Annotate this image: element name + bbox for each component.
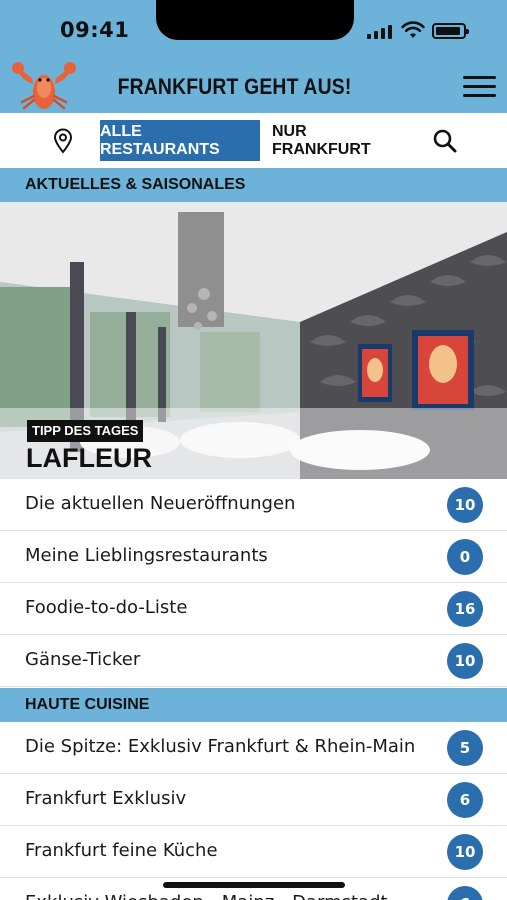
count-badge: 16	[447, 591, 483, 627]
tab-nur-frankfurt[interactable]: NUR FRANKFURT	[272, 120, 402, 161]
status-bar: 09:41	[0, 0, 507, 60]
list-item-gaense-ticker[interactable]: Gänse-Ticker 10	[0, 635, 507, 687]
wifi-icon	[401, 21, 425, 38]
app-header: FRANKFURT GEHT AUS!	[0, 60, 507, 113]
device-notch	[156, 0, 354, 40]
home-indicator[interactable]	[163, 882, 345, 888]
app-title: FRANKFURT GEHT AUS!	[117, 74, 352, 99]
count-badge: 10	[447, 487, 483, 523]
list-item-label: Die aktuellen Neueröffnungen	[25, 493, 296, 514]
location-pin-icon[interactable]	[52, 128, 74, 154]
count-badge: 5	[447, 730, 483, 766]
count-badge: 0	[447, 539, 483, 575]
section-header-aktuelles: AKTUELLES & SAISONALES	[0, 168, 507, 202]
list-item-frankfurt-feine-kueche[interactable]: Frankfurt feine Küche 10	[0, 826, 507, 878]
filter-bar: ALLE RESTAURANTS NUR FRANKFURT	[0, 113, 507, 168]
featured-restaurant-card[interactable]: TIPP DES TAGES LAFLEUR	[0, 202, 507, 479]
list-item-foodie-to-do[interactable]: Foodie-to-do-Liste 16	[0, 583, 507, 635]
list-item-label: Meine Lieblingsrestaurants	[25, 545, 268, 566]
list-item-label: Foodie-to-do-Liste	[25, 597, 188, 618]
section-title: AKTUELLES & SAISONALES	[25, 176, 246, 193]
cellular-signal-icon	[367, 23, 395, 39]
count-badge: 10	[447, 834, 483, 870]
status-time: 09:41	[60, 18, 130, 42]
section-header-haute-cuisine: HAUTE CUISINE	[0, 688, 507, 722]
list-item-label: Die Spitze: Exklusiv Frankfurt & Rhein-M…	[25, 736, 416, 757]
battery-icon	[432, 23, 469, 39]
list-item-lieblingsrestaurants[interactable]: Meine Lieblingsrestaurants 0	[0, 531, 507, 583]
hamburger-menu-icon[interactable]	[463, 76, 496, 97]
list-item-label: Exklusiv Wiesbaden - Mainz - Darmstadt	[25, 892, 388, 900]
list-item-label: Frankfurt Exklusiv	[25, 788, 187, 809]
tab-alle-restaurants[interactable]: ALLE RESTAURANTS	[100, 120, 260, 161]
count-badge: 10	[447, 643, 483, 679]
tipp-des-tages-badge: TIPP DES TAGES	[27, 420, 144, 442]
section-title: HAUTE CUISINE	[25, 696, 150, 713]
list-item-neueroeffnungen[interactable]: Die aktuellen Neueröffnungen 10	[0, 479, 507, 531]
list-item-die-spitze[interactable]: Die Spitze: Exklusiv Frankfurt & Rhein-M…	[0, 722, 507, 774]
list-item-frankfurt-exklusiv[interactable]: Frankfurt Exklusiv 6	[0, 774, 507, 826]
count-badge: 6	[447, 782, 483, 818]
count-badge: 6	[447, 886, 483, 900]
search-icon[interactable]	[432, 128, 458, 154]
list-item-label: Frankfurt feine Küche	[25, 840, 218, 861]
list-item-label: Gänse-Ticker	[25, 649, 141, 670]
featured-restaurant-name: LAFLEUR	[26, 443, 152, 473]
